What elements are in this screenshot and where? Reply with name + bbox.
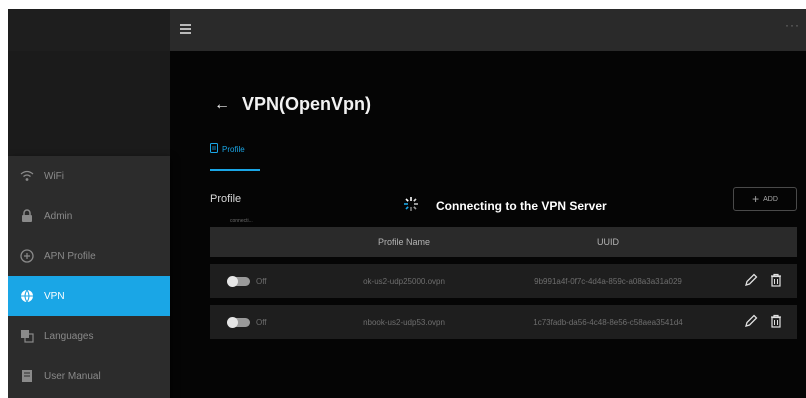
plus-icon: + [752,192,760,206]
toggle-state: Off [256,276,267,286]
main-content: ← VPN(OpenVpn) Profile Profile connecti.… [170,51,806,398]
actions-cell [728,314,797,330]
header-uuid: UUID [597,237,619,247]
page-title-text: VPN(OpenVpn) [242,94,371,114]
profile-table: Profile Name UUID Off ok-us2-udp25000.ov… [210,227,797,339]
sidebar-item-apn-profile[interactable]: APN Profile [8,236,170,276]
navigation-drawer: WiFi Admin APN Profile VPN Languages Use… [8,156,170,398]
lock-icon [20,209,34,223]
table-row: Off nbook-us2-udp53.ovpn 1c73fadb-da56-4… [210,305,797,339]
loading-indicator: Connecting to the VPN Server [402,195,607,216]
table-header: Profile Name UUID [210,227,797,257]
hamburger-icon[interactable] [180,24,191,34]
section-title: Profile [210,193,242,205]
profile-name-cell: nbook-us2-udp53.ovpn [363,317,445,327]
sidebar-item-label: APN Profile [44,250,96,262]
edit-icon[interactable] [744,273,758,289]
toggle-cell: Off [210,316,320,328]
back-arrow-icon[interactable]: ← [214,96,230,114]
sidebar-item-label: User Manual [44,370,101,382]
tab-profile[interactable]: Profile [210,143,260,171]
profile-name-cell: ok-us2-udp25000.ovpn [363,276,445,286]
top-bar: ··· [8,9,806,51]
toggle-cell: Off [210,275,320,287]
app-window: ··· WiFi Admin APN Profile VPN Languages… [8,9,806,398]
delete-icon[interactable] [770,273,782,289]
apn-profile-icon [20,249,34,263]
sidebar-item-admin[interactable]: Admin [8,196,170,236]
uuid-cell: 1c73fadb-da56-4c48-8e56-c58aea3541d4 [533,317,683,327]
sidebar-item-user-manual[interactable]: User Manual [8,356,170,396]
sidebar: WiFi Admin APN Profile VPN Languages Use… [8,51,170,398]
add-button[interactable]: + ADD [733,187,797,211]
manual-icon [20,369,34,383]
connecting-status-small: connecti... [230,218,253,224]
uuid-cell: 9b991a4f-0f7c-4d4a-859c-a08a3a31a029 [534,276,682,286]
topbar-left [8,9,170,51]
tab-underline [210,169,260,171]
sidebar-item-vpn[interactable]: VPN [8,276,170,316]
add-button-label: ADD [763,195,778,203]
toggle-state: Off [256,317,267,327]
vpn-icon [20,289,34,303]
file-icon [210,143,218,155]
header-profile-name: Profile Name [377,237,431,247]
more-icon[interactable]: ··· [785,18,800,32]
edit-icon[interactable] [744,314,758,330]
sidebar-item-label: WiFi [44,170,64,182]
actions-cell [728,273,797,289]
sidebar-item-label: VPN [44,290,65,302]
connection-toggle[interactable] [227,275,250,287]
connection-toggle[interactable] [227,316,250,328]
sidebar-item-label: Admin [44,210,73,222]
sidebar-item-languages[interactable]: Languages [8,316,170,356]
language-icon [20,329,34,343]
tab-label: Profile [210,143,260,155]
loading-text: Connecting to the VPN Server [436,198,607,213]
tab-profile-label: Profile [222,144,245,154]
table-row: Off ok-us2-udp25000.ovpn 9b991a4f-0f7c-4… [210,264,797,298]
sidebar-item-label: Languages [44,330,94,342]
delete-icon[interactable] [770,314,782,330]
wifi-icon [20,169,34,183]
sidebar-item-wifi[interactable]: WiFi [8,156,170,196]
topbar-right: ··· [170,9,806,51]
page-title: ← VPN(OpenVpn) [214,94,371,115]
spinner-icon [402,195,420,216]
